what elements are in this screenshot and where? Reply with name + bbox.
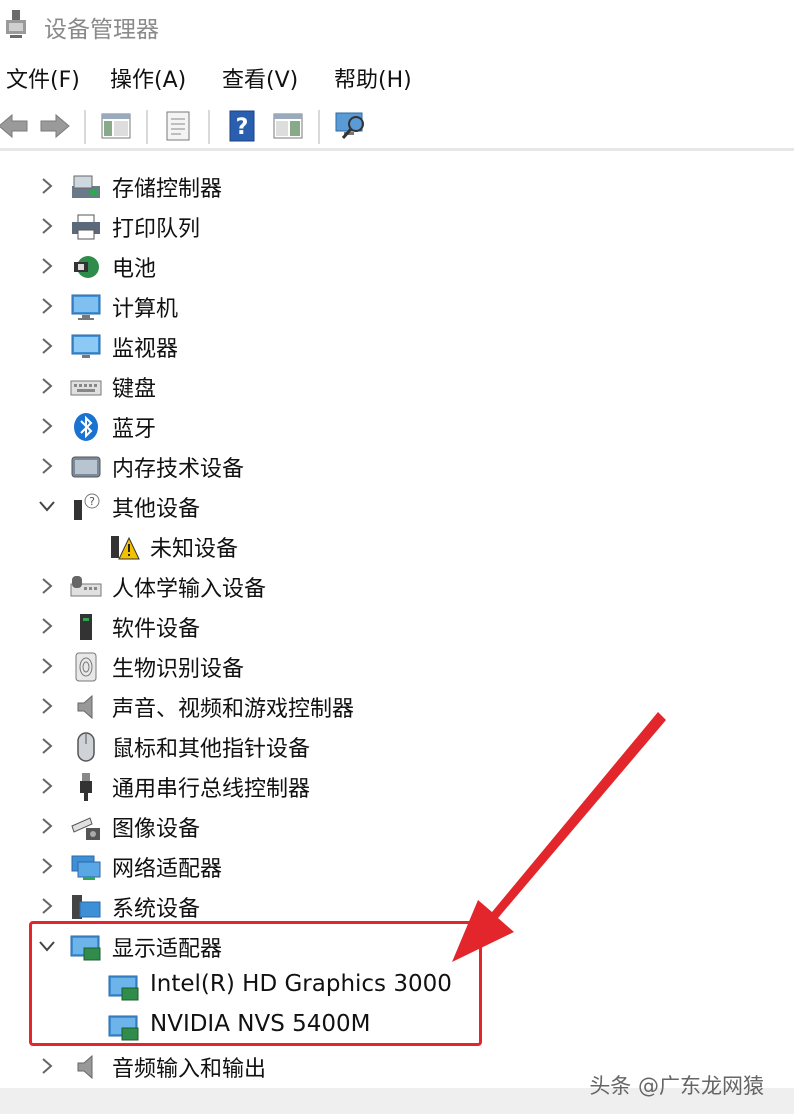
- chevron-right-icon[interactable]: [37, 736, 57, 756]
- tree-item-label: 蓝牙: [112, 417, 157, 442]
- tree-item-human-interface-devices[interactable]: 人体学输入设备: [0, 566, 794, 606]
- speaker-icon: [77, 694, 93, 720]
- tree-item-label: 系统设备: [112, 897, 201, 922]
- bluetooth-icon: [74, 413, 98, 441]
- chevron-right-icon[interactable]: [37, 1056, 57, 1076]
- chevron-right-icon[interactable]: [37, 456, 57, 476]
- tree-item-computer[interactable]: 计算机: [0, 286, 794, 326]
- tree-item-storage-controllers[interactable]: 存储控制器: [0, 166, 794, 206]
- tree-item-label: 网络适配器: [112, 857, 223, 882]
- toolbar-separator: [146, 110, 148, 144]
- tree-item-other-devices[interactable]: ? 其他设备: [0, 486, 794, 526]
- svg-text:?: ?: [89, 495, 95, 508]
- battery-icon: [74, 256, 99, 278]
- mouse-icon: [77, 732, 95, 762]
- chevron-right-icon[interactable]: [37, 216, 57, 236]
- camera-icon: [71, 817, 100, 840]
- chevron-right-icon[interactable]: [37, 296, 57, 316]
- menu-view[interactable]: 查看(V): [222, 62, 298, 94]
- tree-item-label: 声音、视频和游戏控制器: [112, 697, 355, 722]
- memory-device-icon: [71, 456, 101, 478]
- storage-controller-icon: [72, 175, 100, 198]
- window-title: 设备管理器: [44, 17, 159, 43]
- tree-item-biometric-devices[interactable]: 生物识别设备: [0, 646, 794, 686]
- tree-item-label: 音频输入和输出: [112, 1057, 267, 1082]
- toolbar-separator: [208, 110, 210, 144]
- chevron-right-icon[interactable]: [37, 256, 57, 276]
- help-icon[interactable]: ?: [224, 108, 260, 144]
- chevron-right-icon[interactable]: [37, 416, 57, 436]
- toolbar-separator: [84, 110, 86, 144]
- chevron-right-icon[interactable]: [37, 336, 57, 356]
- tree-item-label: 生物识别设备: [112, 657, 245, 682]
- chevron-right-icon[interactable]: [37, 856, 57, 876]
- tree-item-print-queues[interactable]: 打印队列: [0, 206, 794, 246]
- chevron-right-icon[interactable]: [37, 176, 57, 196]
- toolbar-border: [0, 148, 794, 151]
- biometric-icon: [75, 652, 97, 682]
- tree-item-label: 存储控制器: [112, 177, 223, 202]
- system-device-icon: [72, 895, 101, 919]
- tree-item-memory-technology-devices[interactable]: 内存技术设备: [0, 446, 794, 486]
- chevron-right-icon[interactable]: [37, 656, 57, 676]
- hid-icon: [70, 576, 102, 597]
- chevron-right-icon[interactable]: [37, 896, 57, 916]
- chevron-right-icon[interactable]: [37, 376, 57, 396]
- computer-icon: [71, 294, 101, 320]
- tree-item-label: 打印队列: [112, 217, 201, 242]
- menu-help[interactable]: 帮助(H): [334, 62, 412, 94]
- action-pane-icon[interactable]: [270, 108, 306, 144]
- svg-text:?: ?: [236, 115, 249, 140]
- unknown-device-warning-icon: [111, 536, 140, 560]
- printer-icon: [72, 214, 100, 240]
- tree-item-label: 人体学输入设备: [112, 577, 267, 602]
- properties-icon[interactable]: [160, 108, 196, 144]
- tree-item-label: 图像设备: [112, 817, 201, 842]
- other-devices-icon: ?: [74, 493, 100, 520]
- chevron-right-icon[interactable]: [37, 616, 57, 636]
- usb-icon: [80, 773, 92, 801]
- tree-item-bluetooth[interactable]: 蓝牙: [0, 406, 794, 446]
- chevron-down-icon[interactable]: [37, 496, 57, 516]
- forward-icon[interactable]: [36, 108, 72, 144]
- highlight-box: [29, 921, 482, 1046]
- tree-item-label: 键盘: [112, 377, 157, 402]
- scan-hardware-icon[interactable]: [332, 108, 368, 144]
- tree-item-label: 未知设备: [150, 537, 239, 562]
- annotation-arrow: [452, 712, 666, 962]
- title-bar: 设备管理器: [0, 0, 794, 50]
- keyboard-icon: [70, 380, 102, 396]
- software-device-icon: [80, 614, 92, 640]
- tree-item-batteries[interactable]: 电池: [0, 246, 794, 286]
- chevron-right-icon[interactable]: [37, 776, 57, 796]
- network-adapter-icon: [71, 855, 101, 880]
- tree-item-keyboards[interactable]: 键盘: [0, 366, 794, 406]
- chevron-right-icon[interactable]: [37, 576, 57, 596]
- tree-item-label: 软件设备: [112, 617, 201, 642]
- menu-action[interactable]: 操作(A): [110, 62, 186, 94]
- toolbar: ?: [0, 102, 794, 148]
- tree-item-monitors[interactable]: 监视器: [0, 326, 794, 366]
- menu-bar: 文件(F) 操作(A) 查看(V) 帮助(H): [0, 56, 794, 100]
- speaker-icon: [77, 1054, 93, 1080]
- menu-file[interactable]: 文件(F): [6, 62, 80, 94]
- watermark: 头条 @广东龙网猿: [589, 1074, 764, 1098]
- tree-item-label: 通用串行总线控制器: [112, 777, 311, 802]
- tree-item-label: 内存技术设备: [112, 457, 245, 482]
- device-manager-app-icon: [6, 10, 26, 38]
- monitor-icon: [71, 334, 101, 358]
- tree-item-label: 监视器: [112, 337, 179, 362]
- show-hide-console-tree-icon[interactable]: [98, 108, 134, 144]
- chevron-right-icon[interactable]: [37, 696, 57, 716]
- tree-item-software-devices[interactable]: 软件设备: [0, 606, 794, 646]
- tree-item-label: 电池: [112, 257, 157, 282]
- back-icon[interactable]: [0, 108, 32, 144]
- chevron-right-icon[interactable]: [37, 816, 57, 836]
- tree-item-unknown-device[interactable]: 未知设备: [0, 526, 794, 566]
- tree-item-label: 计算机: [112, 297, 179, 322]
- tree-item-label: 鼠标和其他指针设备: [112, 737, 311, 762]
- tree-item-label: 其他设备: [112, 497, 201, 522]
- toolbar-separator: [318, 110, 320, 144]
